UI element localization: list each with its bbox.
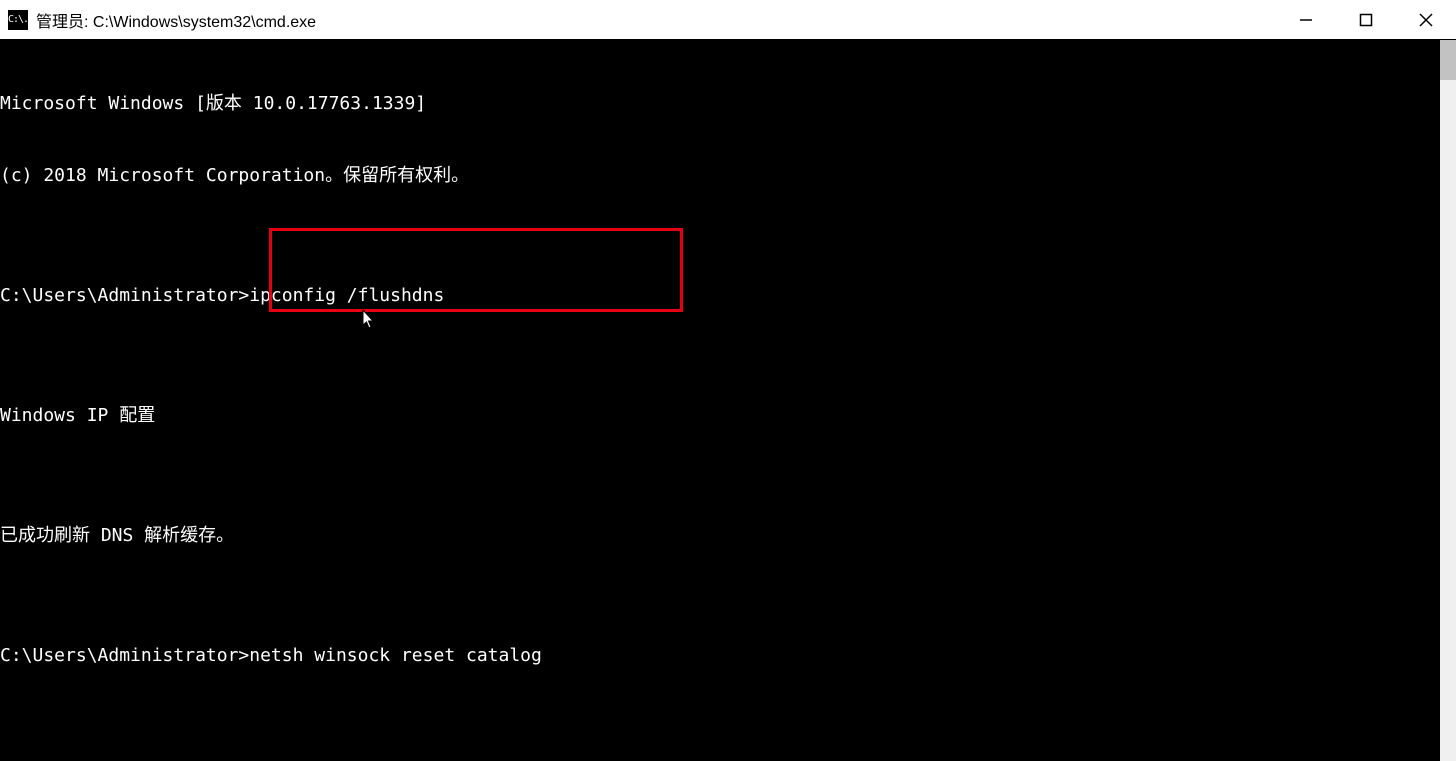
output-line: 已成功刷新 DNS 解析缓存。 <box>0 524 1440 548</box>
typed-command: netsh winsock reset catalog <box>249 645 542 666</box>
vertical-scrollbar[interactable] <box>1440 40 1456 761</box>
window-title: 管理员: C:\Windows\system32\cmd.exe <box>36 8 316 32</box>
title-left: C:\. 管理员: C:\Windows\system32\cmd.exe <box>0 8 1276 32</box>
close-button[interactable] <box>1396 0 1456 39</box>
cmd-icon: C:\. <box>8 10 28 30</box>
command-line: C:\Users\Administrator>ipconfig /flushdn… <box>0 284 1440 308</box>
maximize-icon <box>1359 13 1373 27</box>
prompt: C:\Users\Administrator> <box>0 645 249 666</box>
command-line: C:\Users\Administrator>netsh winsock res… <box>0 644 1440 668</box>
close-icon <box>1419 13 1433 27</box>
output-line: Windows IP 配置 <box>0 404 1440 428</box>
window-controls <box>1276 0 1456 39</box>
output-line: (c) 2018 Microsoft Corporation。保留所有权利。 <box>0 164 1440 188</box>
title-bar[interactable]: C:\. 管理员: C:\Windows\system32\cmd.exe <box>0 0 1456 40</box>
output-line: Microsoft Windows [版本 10.0.17763.1339] <box>0 92 1440 116</box>
minimize-icon <box>1299 13 1313 27</box>
scrollbar-thumb[interactable] <box>1440 40 1456 80</box>
terminal-area[interactable]: Microsoft Windows [版本 10.0.17763.1339] (… <box>0 40 1440 761</box>
maximize-button[interactable] <box>1336 0 1396 39</box>
minimize-button[interactable] <box>1276 0 1336 39</box>
